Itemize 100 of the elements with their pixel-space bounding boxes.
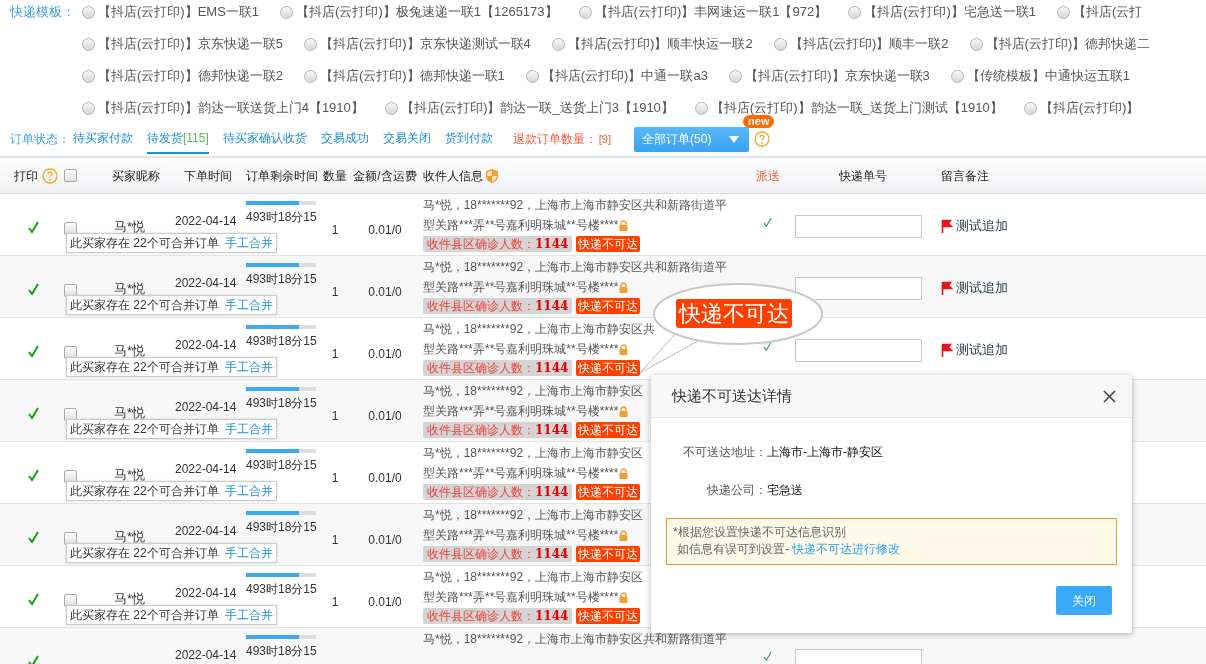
amount: 0.01/0 [368, 285, 402, 299]
template-option[interactable]: 【抖店(云打印)】中通一联a3 [541, 66, 708, 86]
buyer-name: 马*悦 [114, 529, 146, 544]
unreachable-tag[interactable]: 快递不可达 [576, 298, 641, 314]
template-option[interactable]: 【抖店(云打印)】宅急送一联1 [864, 2, 1037, 22]
merge-note-text: 此买家存在 22个可合并订单 [70, 359, 219, 376]
buyer-name: 马*悦 [114, 281, 146, 296]
manual-merge-link[interactable]: 手工合并 [224, 358, 273, 376]
case-count-tag: 收件县区确诊人数：1144 [423, 360, 573, 376]
column-header: 金额/含运费 [353, 167, 417, 185]
buyer-name: 马*悦 [114, 591, 146, 606]
column-header: 下单时间 [184, 167, 232, 185]
amount: 0.01/0 [368, 533, 402, 547]
remark-text: 测试追加 [956, 341, 1008, 359]
template-option[interactable]: 【抖店(云打印)】丰网速运一联1【972】 [594, 2, 828, 22]
status-label: 订单状态： [10, 131, 70, 148]
status-tab[interactable]: 交易成功 [320, 124, 369, 154]
template-option[interactable]: 【抖店(云打印)】极兔速递一联1【1265173】 [296, 2, 558, 22]
buyer-name: 马*悦 [114, 405, 146, 420]
amount: 0.01/0 [368, 471, 402, 485]
remaining-time: 493时18分15 [246, 643, 318, 660]
address-text: 马*悦，18*******92，上海市上海市静安区共 [423, 321, 656, 338]
case-count-tag: 收件县区确诊人数：1144 [423, 236, 573, 252]
manual-merge-link[interactable]: 手工合并 [224, 606, 273, 624]
status-tab[interactable]: 交易关闭 [382, 124, 431, 154]
unreachable-tag[interactable]: 快递不可达 [576, 484, 641, 500]
unreachable-tag[interactable]: 快递不可达 [576, 608, 641, 624]
callout-unreachable-tag: 快递不可达 [676, 299, 792, 328]
remark-text: 测试追加 [956, 217, 1008, 235]
unreachable-tag[interactable]: 快递不可达 [576, 360, 641, 376]
buyer-name: 马*悦 [114, 343, 146, 358]
case-count-tag: 收件县区确诊人数：1144 [423, 422, 573, 438]
column-header: 留言备注 [941, 167, 989, 185]
manual-merge-link[interactable]: 手工合并 [224, 544, 273, 562]
template-option[interactable]: 【抖店(云打印)】京东快递一联5 [98, 34, 283, 54]
template-option[interactable]: 【抖店(云打印)】顺丰快运一联2 [567, 34, 753, 54]
amount: 0.01/0 [368, 409, 402, 423]
case-count-tag: 收件县区确诊人数：1144 [423, 484, 573, 500]
column-header: 订单剩余时间 [246, 167, 318, 185]
manual-merge-link[interactable]: 手工合并 [224, 234, 273, 252]
unreachable-tag[interactable]: 快递不可达 [576, 546, 641, 562]
template-label: 快递模板： [10, 3, 75, 22]
quantity: 1 [331, 533, 339, 547]
template-option[interactable]: 【抖店(云打印)】京东快递一联3 [744, 66, 930, 86]
status-tab[interactable]: 待发货[115] [147, 124, 209, 154]
template-option[interactable]: 【抖店(云打印)】京东快递测试一联4 [319, 34, 531, 54]
address-text: 马*悦，18*******92，上海市上海市静安区 [423, 445, 644, 462]
template-option[interactable]: 【抖店(云打 [1073, 2, 1143, 22]
template-option[interactable]: 【抖店(云打印)】EMS一联1 [98, 2, 260, 22]
column-header: 快递单号 [838, 167, 887, 185]
template-option[interactable]: 【抖店(云打印)】顺丰一联2 [789, 34, 949, 54]
column-header: 派送 [755, 167, 780, 185]
field-label: 不可送达地址： [682, 444, 767, 461]
address-text: 马*悦，18*******92，上海市上海市静安区 [423, 383, 644, 400]
merge-note-text: 此买家存在 22个可合并订单 [70, 483, 219, 500]
address-text: 马*悦，18*******92，上海市上海市静安区共和新路街道平 [423, 197, 728, 214]
template-option[interactable]: 【抖店(云打印)】韵达一联_送货上门3【1910】 [400, 98, 674, 118]
refund-count-label: 退款订单数量： [512, 131, 597, 148]
template-option[interactable]: 【抖店(云打印)】德邦快递一联2 [98, 66, 283, 86]
merge-note-text: 此买家存在 22个可合并订单 [70, 545, 219, 562]
status-tab[interactable]: 货到付款 [444, 124, 493, 154]
all-orders-dropdown[interactable]: 全部订单(50) [634, 126, 750, 152]
quantity: 1 [331, 285, 339, 299]
case-count-tag: 收件县区确诊人数：1144 [423, 298, 573, 314]
template-option[interactable]: 【抖店(云打印)】韵达一联送货上门4【1910】 [98, 98, 364, 118]
close-button[interactable]: 关闭 [1056, 586, 1112, 615]
order-date: 2022-04-14 [175, 400, 237, 414]
status-tab[interactable]: 待买家确认收货 [222, 124, 307, 154]
refund-count[interactable]: [9] [598, 130, 612, 148]
unreachable-tag[interactable]: 快递不可达 [576, 422, 641, 438]
manual-merge-link[interactable]: 手工合并 [224, 296, 273, 314]
template-option[interactable]: 【抖店(云打印)】 [1039, 98, 1140, 118]
buyer-name: 马*悦 [114, 467, 146, 482]
quantity: 1 [331, 409, 339, 423]
address-text: 型关路***弄**号嘉利明珠城**号楼**** [423, 589, 619, 606]
template-option[interactable]: 【抖店(云打印)】德邦快递一联1 [319, 66, 505, 86]
address-text: 马*悦，18*******92，上海市上海市静安区共和新路街道平 [423, 631, 728, 648]
address-text: 马*悦，18*******92，上海市上海市静安区 [423, 569, 644, 586]
notice-text: *根据您设置快递不可达信息识别 [673, 524, 846, 541]
address-text: 马*悦，18*******92，上海市上海市静安区共和新路街道平 [423, 259, 728, 276]
order-date: 2022-04-14 [175, 648, 237, 662]
order-date: 2022-04-14 [175, 462, 237, 476]
quantity: 1 [331, 347, 339, 361]
address-text: 马*悦，18*******92，上海市上海市静安区 [423, 507, 644, 524]
settings-link[interactable]: 快递不可达进行修改 [792, 541, 900, 558]
order-date: 2022-04-14 [175, 586, 237, 600]
unreachable-tag[interactable]: 快递不可达 [576, 236, 641, 252]
manual-merge-link[interactable]: 手工合并 [224, 482, 273, 500]
merge-note-text: 此买家存在 22个可合并订单 [70, 607, 219, 624]
address-text: 型关路***弄**号嘉利明珠城**号楼**** [423, 341, 619, 358]
notice-text: 如信息有误可到设置- [677, 541, 789, 558]
column-header: 买家昵称 [112, 167, 160, 185]
remaining-time: 493时18分15 [246, 271, 318, 288]
address-text: 型关路***弄**号嘉利明珠城**号楼**** [423, 403, 619, 420]
template-option[interactable]: 【抖店(云打印)】德邦快递二 [985, 34, 1151, 54]
template-option[interactable]: 【传统模板】中通快运五联1 [966, 66, 1131, 86]
amount: 0.01/0 [368, 347, 402, 361]
manual-merge-link[interactable]: 手工合并 [224, 420, 273, 438]
order-date: 2022-04-14 [175, 338, 237, 352]
status-tab[interactable]: 待买家付款 [73, 124, 133, 154]
